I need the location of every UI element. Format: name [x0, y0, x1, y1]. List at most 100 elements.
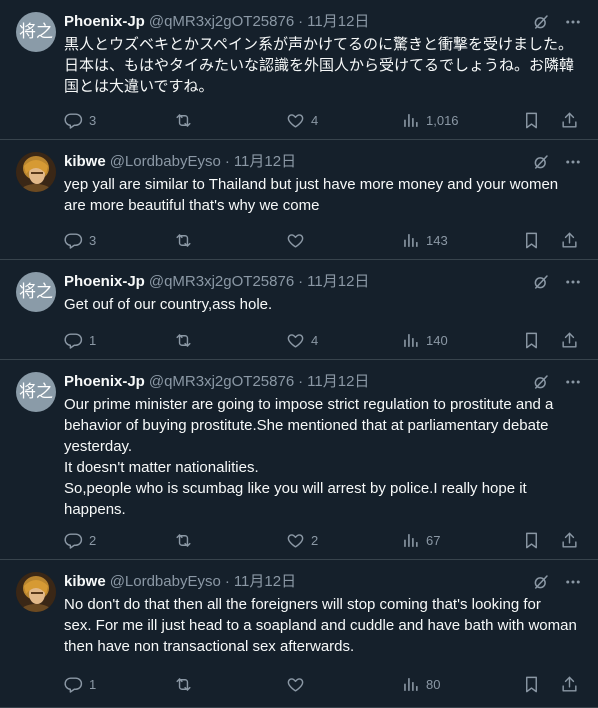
tweet-header: Phoenix-Jp @qMR3xj2gOT25876 · 11月12日	[64, 372, 582, 392]
display-name[interactable]: Phoenix-Jp	[64, 12, 145, 32]
views-icon	[401, 111, 420, 130]
like-button[interactable]: 2	[286, 530, 318, 550]
more-icon[interactable]	[564, 573, 582, 591]
views-icon	[401, 231, 420, 250]
timestamp[interactable]: 11月12日	[307, 372, 369, 392]
display-name[interactable]: kibwe	[64, 152, 106, 172]
tweet-header: Phoenix-Jp @qMR3xj2gOT25876 · 11月12日	[64, 12, 582, 32]
tweet[interactable]: 将之 Phoenix-Jp @qMR3xj2gOT25876 · 11月12日 …	[0, 360, 598, 560]
user-handle[interactable]: @qMR3xj2gOT25876	[149, 372, 294, 392]
reply-button[interactable]: 2	[64, 530, 96, 550]
reply-button[interactable]: 1	[64, 330, 96, 350]
bookmark-icon	[522, 531, 541, 550]
like-icon	[286, 111, 305, 130]
bookmark-icon	[522, 675, 541, 694]
reply-icon	[64, 331, 83, 350]
views-icon	[401, 675, 420, 694]
grok-icon[interactable]	[532, 373, 550, 391]
user-handle[interactable]: @qMR3xj2gOT25876	[149, 12, 294, 32]
reply-icon	[64, 231, 83, 250]
bookmark-button[interactable]	[522, 674, 541, 694]
bookmark-button[interactable]	[522, 110, 541, 130]
avatar[interactable]: 将之	[16, 272, 56, 312]
reply-count: 1	[89, 332, 97, 348]
tweet-header: kibwe @LordbabyEyso · 11月12日	[64, 152, 582, 172]
share-icon	[560, 675, 579, 694]
user-handle[interactable]: @LordbabyEyso	[110, 152, 221, 172]
reply-button[interactable]: 1	[64, 674, 96, 694]
bookmark-button[interactable]	[522, 330, 541, 350]
tweet[interactable]: kibwe @LordbabyEyso · 11月12日 No don't do…	[0, 560, 598, 708]
views-button[interactable]: 80	[401, 674, 440, 694]
share-button[interactable]	[560, 530, 579, 550]
like-count: 2	[311, 532, 319, 548]
user-handle[interactable]: @qMR3xj2gOT25876	[149, 272, 294, 292]
grok-icon[interactable]	[532, 153, 550, 171]
views-count: 143	[426, 232, 448, 248]
like-button[interactable]	[286, 674, 311, 694]
retweet-button[interactable]	[174, 110, 199, 130]
tweet-actions: 3 143	[64, 230, 584, 250]
bookmark-icon	[522, 331, 541, 350]
avatar[interactable]	[16, 572, 56, 612]
retweet-button[interactable]	[174, 330, 199, 350]
retweet-button[interactable]	[174, 230, 199, 250]
user-handle[interactable]: @LordbabyEyso	[110, 572, 221, 592]
reply-button[interactable]: 3	[64, 110, 96, 130]
tweet-actions: 2 2 67	[64, 530, 584, 550]
more-icon[interactable]	[564, 273, 582, 291]
bookmark-button[interactable]	[522, 530, 541, 550]
reply-icon	[64, 675, 83, 694]
views-button[interactable]: 67	[401, 530, 440, 550]
tweet[interactable]: 将之 Phoenix-Jp @qMR3xj2gOT25876 · 11月12日 …	[0, 0, 598, 140]
retweet-button[interactable]	[174, 530, 199, 550]
reply-icon	[64, 111, 83, 130]
separator-dot: ·	[224, 153, 230, 170]
grok-icon[interactable]	[532, 273, 550, 291]
reply-count: 3	[89, 112, 97, 128]
more-icon[interactable]	[564, 153, 582, 171]
tweet-text: yep yall are similar to Thailand but jus…	[64, 176, 559, 214]
grok-icon[interactable]	[532, 573, 550, 591]
bookmark-button[interactable]	[522, 230, 541, 250]
like-count: 4	[311, 332, 319, 348]
tweet[interactable]: kibwe @LordbabyEyso · 11月12日 yep yall ar…	[0, 140, 598, 260]
share-button[interactable]	[560, 674, 579, 694]
more-icon[interactable]	[564, 13, 582, 31]
timestamp[interactable]: 11月12日	[234, 152, 296, 172]
retweet-button[interactable]	[174, 674, 199, 694]
views-button[interactable]: 143	[401, 230, 448, 250]
retweet-icon	[174, 675, 193, 694]
views-count: 140	[426, 332, 448, 348]
timestamp[interactable]: 11月12日	[234, 572, 296, 592]
avatar[interactable]: 将之	[16, 372, 56, 412]
separator-dot: ·	[224, 573, 230, 590]
avatar[interactable]: 将之	[16, 12, 56, 52]
like-button[interactable]	[286, 230, 311, 250]
display-name[interactable]: Phoenix-Jp	[64, 272, 145, 292]
reply-count: 2	[89, 532, 97, 548]
more-icon[interactable]	[564, 373, 582, 391]
views-button[interactable]: 140	[401, 330, 448, 350]
share-icon	[560, 231, 579, 250]
avatar[interactable]	[16, 152, 56, 192]
tweet-text: 黒人とウズベキとかスペイン系が声かけてるのに驚きと衝撃を受けました。 日本は、も…	[64, 36, 575, 95]
reply-button[interactable]: 3	[64, 230, 96, 250]
like-button[interactable]: 4	[286, 110, 318, 130]
tweet-text: No don't do that then all the foreigners…	[64, 596, 577, 655]
reply-count: 1	[89, 676, 97, 692]
share-icon	[560, 331, 579, 350]
tweet[interactable]: 将之 Phoenix-Jp @qMR3xj2gOT25876 · 11月12日 …	[0, 260, 598, 360]
share-button[interactable]	[560, 230, 579, 250]
like-button[interactable]: 4	[286, 330, 318, 350]
grok-icon[interactable]	[532, 13, 550, 31]
timestamp[interactable]: 11月12日	[307, 272, 369, 292]
tweet-header: kibwe @LordbabyEyso · 11月12日	[64, 572, 582, 592]
display-name[interactable]: Phoenix-Jp	[64, 372, 145, 392]
share-button[interactable]	[560, 330, 579, 350]
timestamp[interactable]: 11月12日	[307, 12, 369, 32]
share-button[interactable]	[560, 110, 579, 130]
display-name[interactable]: kibwe	[64, 572, 106, 592]
views-button[interactable]: 1,016	[401, 110, 459, 130]
separator-dot: ·	[298, 13, 304, 30]
